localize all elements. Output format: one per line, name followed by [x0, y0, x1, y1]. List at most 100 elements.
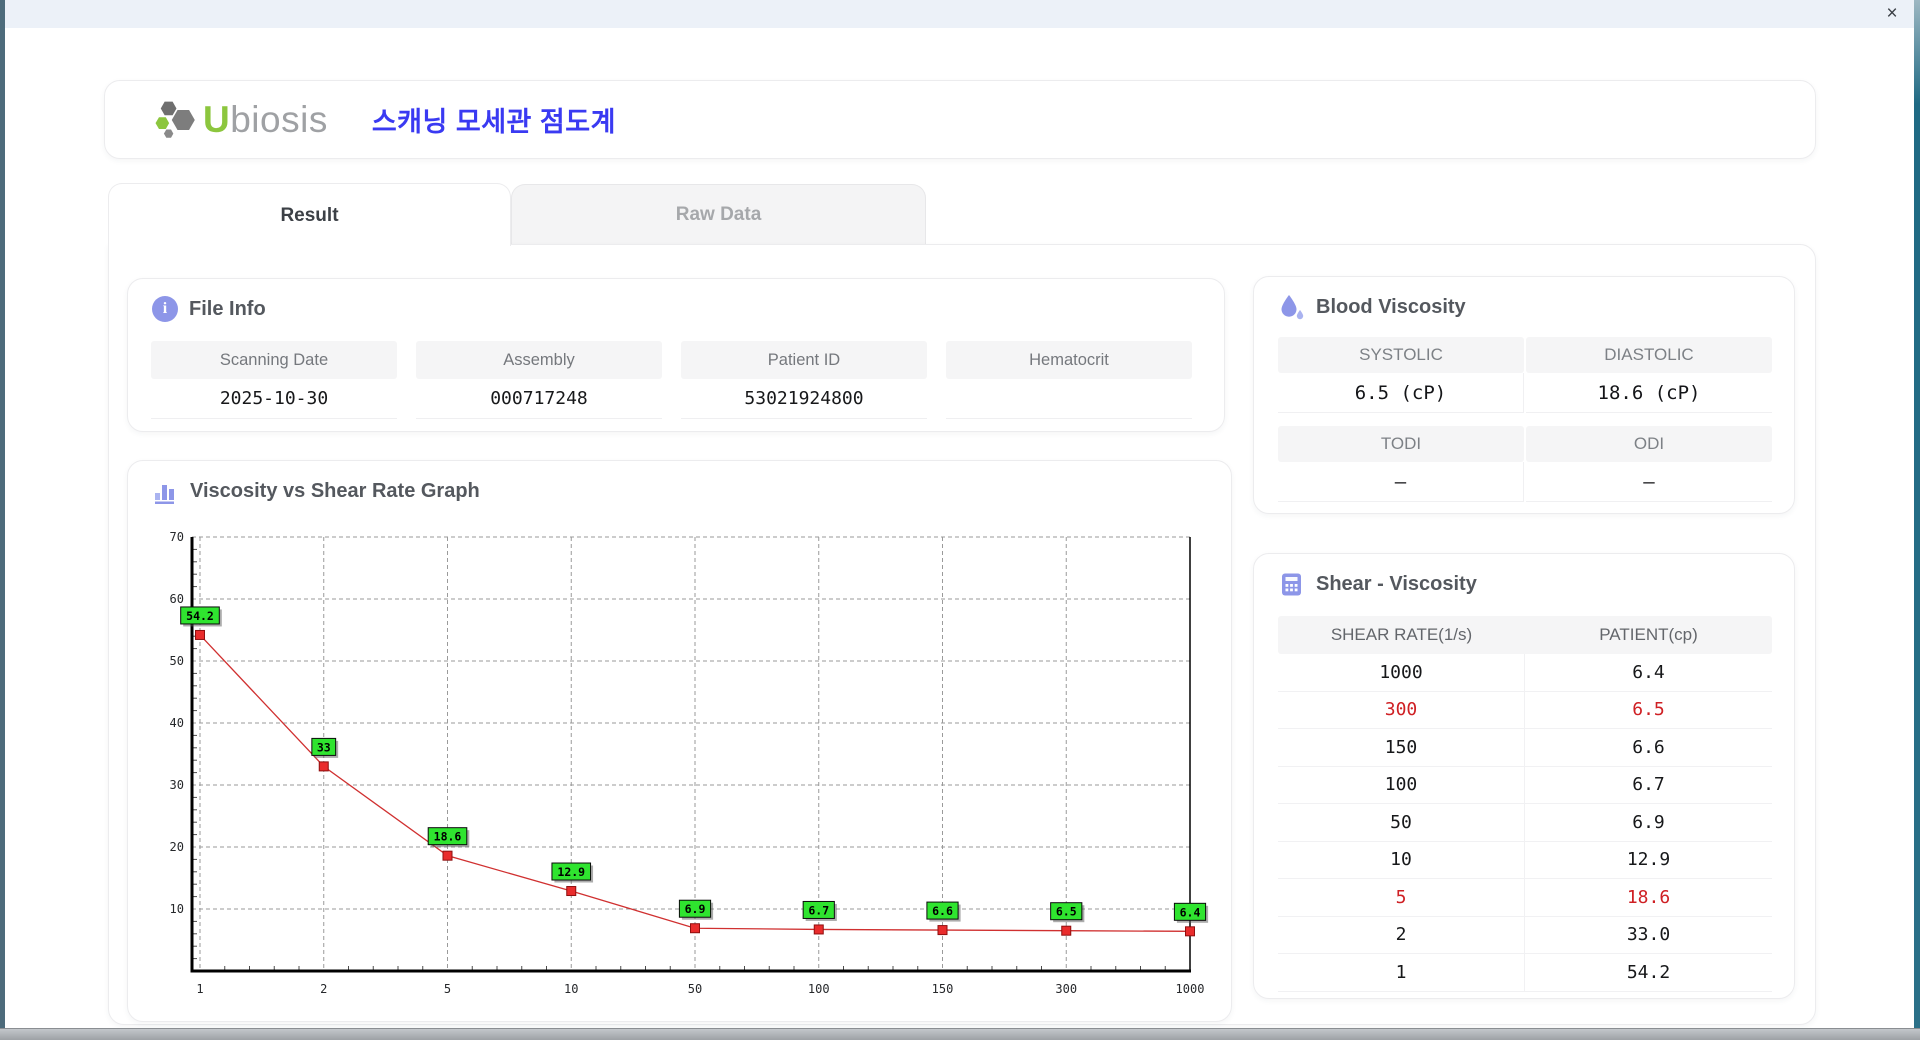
brand-rest: biosis — [230, 99, 328, 140]
patient-cell: 6.6 — [1632, 736, 1665, 758]
table-row: 1 54.2 — [1278, 954, 1772, 992]
viscosity-graph-card: Viscosity vs Shear Rate Graph 10 20 30 40 50… — [127, 460, 1232, 1022]
svg-text:18.6: 18.6 — [434, 830, 462, 844]
systolic-value: 6.5 (cP) — [1278, 373, 1524, 413]
table-calculator-icon — [1282, 573, 1301, 596]
field-assembly: Assembly 000717248 — [416, 341, 662, 419]
table-header-row: TODI ODI — [1278, 426, 1772, 462]
close-icon[interactable]: × — [1880, 2, 1904, 26]
info-icon: i — [152, 296, 178, 322]
brand-u: U — [203, 99, 231, 140]
svg-text:50: 50 — [688, 982, 702, 996]
field-label: Assembly — [416, 341, 662, 379]
shear-rate-cell: 300 — [1278, 691, 1525, 728]
viscosity-chart: 10 20 30 40 50 60 70 1 2 5 10 50 100 150 300 1000 54.2 33… — [170, 530, 1209, 996]
shear-rate-cell: 1000 — [1278, 654, 1525, 691]
col-header-todi: TODI — [1278, 426, 1524, 462]
patient-cell: 12.9 — [1626, 849, 1671, 871]
svg-text:150: 150 — [932, 982, 954, 996]
table-row: – – — [1278, 462, 1772, 502]
patient-cell: 6.7 — [1632, 774, 1665, 796]
window-right-border — [1914, 0, 1920, 1040]
col-header-odi: ODI — [1526, 426, 1772, 462]
svg-text:6.5: 6.5 — [1056, 905, 1077, 919]
svg-text:60: 60 — [170, 592, 184, 606]
shear-viscosity-table: SHEAR RATE(1/s) PATIENT(cp) 1000 6.4 300 6… — [1278, 616, 1772, 992]
svg-text:100: 100 — [808, 982, 830, 996]
field-hematocrit: Hematocrit — [946, 341, 1192, 419]
blood-viscosity-table: SYSTOLIC DIASTOLIC 6.5 (cP) 18.6 (cP) TO… — [1278, 337, 1772, 502]
file-info-card: i File Info Scanning Date 2025-10-30 Ass… — [127, 278, 1225, 432]
tab-result[interactable]: Result — [108, 183, 511, 246]
blood-viscosity-card: Blood Viscosity SYSTOLIC DIASTOLIC 6.5 (… — [1253, 276, 1795, 514]
field-label: Hematocrit — [946, 341, 1192, 379]
svg-text:10: 10 — [564, 982, 578, 996]
svg-text:33: 33 — [317, 740, 331, 754]
table-header-row: SHEAR RATE(1/s) PATIENT(cp) — [1278, 616, 1772, 654]
tab-raw-data[interactable]: Raw Data — [511, 184, 926, 244]
svg-text:10: 10 — [170, 902, 184, 916]
window-titlebar: × — [0, 0, 1920, 28]
table-header-row: SYSTOLIC DIASTOLIC — [1278, 337, 1772, 373]
shear-viscosity-card: Shear - Viscosity SHEAR RATE(1/s) PATIEN… — [1253, 553, 1795, 999]
svg-text:50: 50 — [170, 654, 184, 668]
patient-cell: 6.4 — [1632, 661, 1665, 683]
svg-text:6.7: 6.7 — [808, 903, 829, 917]
table-row: 150 6.6 — [1278, 729, 1772, 767]
field-value: 2025-10-30 — [151, 379, 397, 419]
file-info-fields: Scanning Date 2025-10-30 Assembly 000717… — [151, 341, 1192, 419]
window-left-border — [0, 0, 5, 1040]
shear-viscosity-title: Shear - Viscosity — [1316, 573, 1477, 595]
col-header-systolic: SYSTOLIC — [1278, 337, 1524, 373]
svg-text:6.9: 6.9 — [685, 902, 706, 916]
shear-rate-cell: 150 — [1278, 729, 1525, 766]
field-patient-id: Patient ID 53021924800 — [681, 341, 927, 419]
blood-viscosity-title: Blood Viscosity — [1316, 296, 1466, 318]
diastolic-value: 18.6 (cP) — [1526, 373, 1772, 413]
patient-cell: 18.6 — [1626, 886, 1671, 908]
shear-rate-cell: 1 — [1278, 954, 1525, 991]
svg-text:1: 1 — [196, 982, 203, 996]
col-header-patient: PATIENT(cp) — [1599, 625, 1698, 644]
odi-value: – — [1526, 462, 1772, 502]
graph-title: Viscosity vs Shear Rate Graph — [190, 480, 480, 502]
svg-text:20: 20 — [170, 840, 184, 854]
todi-value: – — [1278, 462, 1524, 502]
svg-text:70: 70 — [170, 530, 184, 544]
table-row: 300 6.5 — [1278, 691, 1772, 729]
ubiosis-hexagon-logo-icon — [155, 101, 195, 138]
app-header: Ubiosis 스캐닝 모세관 점도계 — [104, 80, 1816, 159]
bar-chart-icon — [155, 485, 174, 504]
col-header-shear-rate: SHEAR RATE(1/s) — [1330, 625, 1473, 644]
svg-text:54.2: 54.2 — [186, 609, 214, 623]
svg-text:40: 40 — [170, 716, 184, 730]
table-row: 100 6.7 — [1278, 766, 1772, 804]
brand-wordmark: Ubiosis — [203, 101, 328, 138]
shear-rate-cell: 2 — [1278, 916, 1525, 953]
svg-text:5: 5 — [444, 982, 451, 996]
table-row: 1000 6.4 — [1278, 654, 1772, 692]
field-label: Patient ID — [681, 341, 927, 379]
app-title: 스캐닝 모세관 점도계 — [371, 107, 616, 137]
table-row: 10 12.9 — [1278, 841, 1772, 879]
patient-cell: 54.2 — [1626, 961, 1671, 983]
patient-cell: 6.5 — [1632, 699, 1665, 721]
table-row: 5 18.6 — [1278, 879, 1772, 917]
shear-rate-cell: 5 — [1278, 879, 1525, 916]
file-info-title: File Info — [189, 297, 266, 320]
field-value — [946, 379, 1192, 419]
svg-text:2: 2 — [320, 982, 327, 996]
window-bottom-bar — [0, 1028, 1920, 1040]
shear-rate-cell: 100 — [1278, 766, 1525, 803]
col-header-diastolic: DIASTOLIC — [1526, 337, 1772, 373]
svg-text:6.4: 6.4 — [1180, 905, 1201, 919]
patient-cell: 6.9 — [1632, 811, 1665, 833]
svg-text:6.6: 6.6 — [932, 904, 953, 918]
svg-text:30: 30 — [170, 778, 184, 792]
shear-rate-cell: 50 — [1278, 804, 1525, 841]
patient-cell: 33.0 — [1626, 924, 1671, 946]
svg-text:12.9: 12.9 — [557, 865, 585, 879]
shear-rate-cell: 10 — [1278, 841, 1525, 878]
field-value: 000717248 — [416, 379, 662, 419]
ubiosis-logo: Ubiosis — [155, 99, 328, 141]
